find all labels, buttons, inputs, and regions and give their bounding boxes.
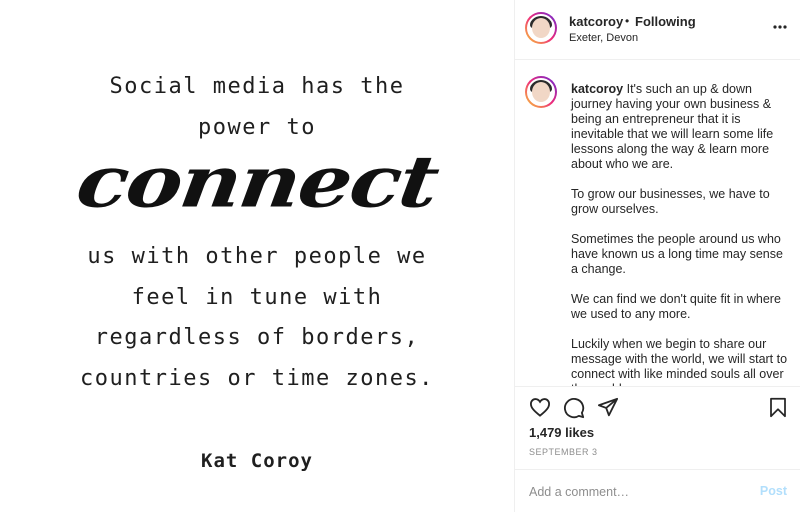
quote-line: regardless of borders, [94, 325, 420, 350]
post-date[interactable]: SEPTEMBER 3 [529, 447, 598, 457]
quote-author: Kat Coroy [201, 450, 313, 472]
comment-icon[interactable] [563, 397, 585, 424]
separator-dot: • [625, 14, 630, 28]
post-image[interactable]: Social media has the power to connect us… [0, 0, 514, 512]
post-sidebar: katcoroy • Following Exeter, Devon katco… [514, 0, 800, 512]
caption-paragraph: Luckily when we begin to share our messa… [571, 337, 788, 386]
quote-line: power to [198, 115, 316, 140]
comment-bar: Post [515, 469, 800, 513]
caption-paragraph: We can find we don't quite fit in where … [571, 292, 781, 321]
username-link[interactable]: katcoroy [569, 14, 623, 29]
avatar-image [527, 14, 555, 42]
caption-paragraph: To grow our businesses, we have to grow … [571, 187, 770, 216]
heart-icon[interactable] [529, 397, 551, 422]
instagram-post: Social media has the power to connect us… [0, 0, 800, 512]
caption-text: katcoroy It's such an up & down journey … [571, 82, 789, 386]
caption-username[interactable]: katcoroy [571, 82, 623, 96]
post-comment-button[interactable]: Post [760, 484, 787, 498]
caption-paragraph: Sometimes the people around us who have … [571, 232, 783, 276]
avatar-image [527, 78, 555, 106]
avatar[interactable] [525, 12, 557, 44]
bookmark-icon[interactable] [769, 397, 787, 423]
share-icon[interactable] [597, 397, 619, 423]
caption-area[interactable]: katcoroy It's such an up & down journey … [515, 60, 800, 386]
post-actions: 1,479 likes SEPTEMBER 3 Post [515, 386, 800, 512]
quote-line: Social media has the [109, 74, 405, 99]
comment-input[interactable] [527, 480, 731, 504]
more-horizontal-icon[interactable] [773, 20, 787, 30]
quote-line: us with other people we [87, 244, 427, 269]
caption-avatar[interactable] [525, 76, 557, 108]
post-header: katcoroy • Following Exeter, Devon [515, 0, 800, 60]
quote-line: countries or time zones. [80, 366, 434, 391]
quote-highlight-word: connect [71, 139, 443, 224]
following-button[interactable]: Following [635, 14, 696, 29]
location-link[interactable]: Exeter, Devon [569, 32, 638, 44]
quote-line: feel in tune with [131, 285, 383, 310]
likes-count[interactable]: 1,479 likes [529, 425, 594, 440]
